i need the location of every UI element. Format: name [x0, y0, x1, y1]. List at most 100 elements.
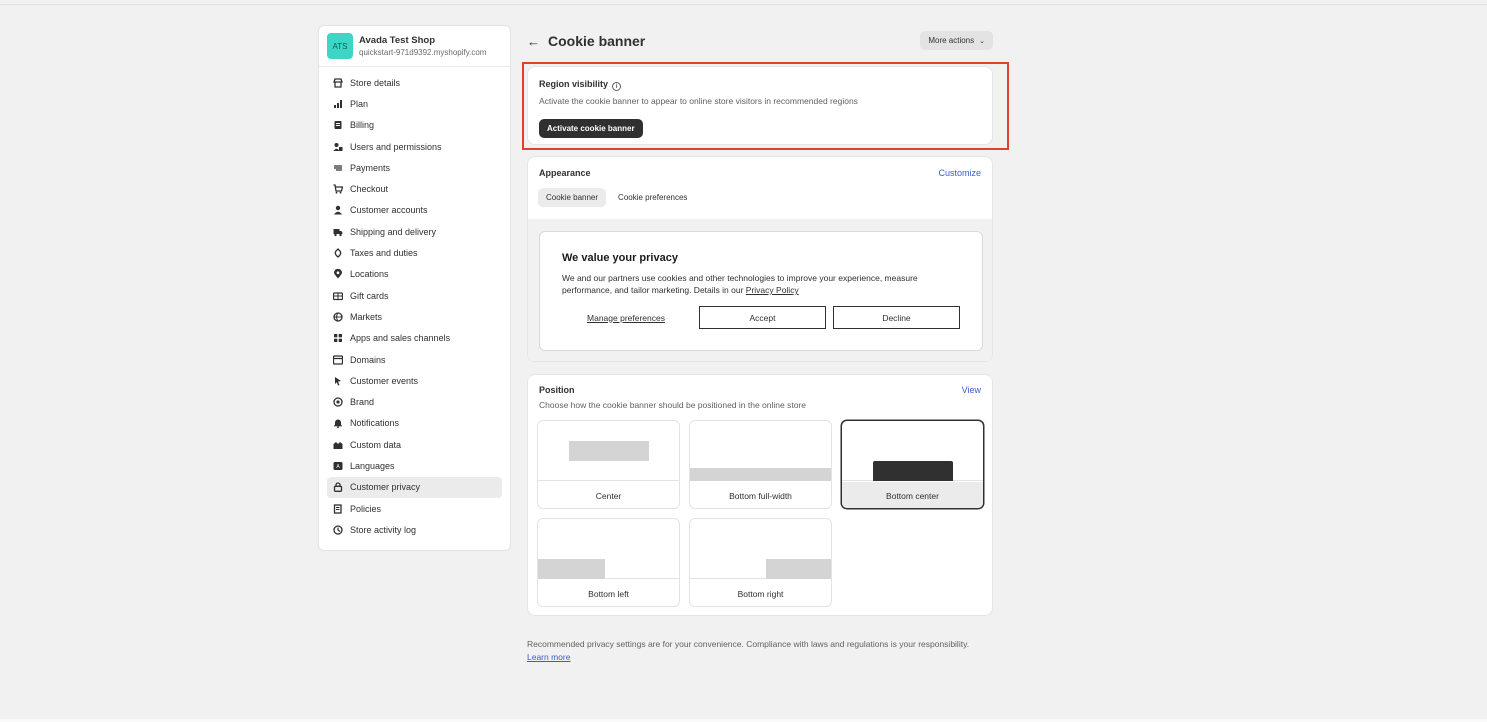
appearance-title: Appearance	[539, 168, 591, 178]
sidebar-item-store-details[interactable]: Store details	[327, 72, 502, 93]
cart-icon	[332, 184, 343, 195]
sidebar-item-gift-cards[interactable]: Gift cards	[327, 285, 502, 306]
center-preview	[538, 421, 679, 481]
sidebar-item-label: Checkout	[350, 184, 389, 195]
tab-cookie-banner[interactable]: Cookie banner	[538, 188, 607, 207]
more-actions-button[interactable]: More actions ⌄	[920, 31, 993, 50]
settings-sidebar: ATS Avada Test Shop quickstart-971d9392.…	[318, 25, 511, 551]
sidebar-item-label: Plan	[350, 98, 369, 109]
sidebar-item-notifications[interactable]: Notifications	[327, 413, 502, 434]
gift-card-icon	[332, 290, 343, 301]
page-title: Cookie banner	[548, 33, 646, 49]
users-icon	[332, 141, 343, 152]
manage-preferences-link[interactable]: Manage preferences	[560, 313, 692, 323]
sidebar-item-custom-data[interactable]: Custom data	[327, 434, 502, 455]
sidebar-item-label: Store activity log	[350, 524, 417, 535]
globe-icon	[332, 311, 343, 322]
position-option-bottom-full-width[interactable]: Bottom full-width	[689, 420, 832, 509]
sidebar-item-label: Custom data	[350, 439, 402, 450]
view-link[interactable]: View	[962, 385, 981, 395]
lock-icon	[332, 482, 343, 493]
tax-icon	[332, 248, 343, 259]
shop-switcher[interactable]: ATS Avada Test Shop quickstart-971d9392.…	[319, 26, 510, 67]
store-icon	[332, 77, 343, 88]
option-label: Center	[595, 490, 622, 501]
sidebar-item-customer-privacy[interactable]: Customer privacy	[327, 476, 502, 498]
customize-link[interactable]: Customize	[938, 168, 981, 178]
sidebar-item-markets[interactable]: Markets	[327, 306, 502, 327]
sidebar-item-label: Locations	[350, 269, 389, 280]
info-icon[interactable]: i	[612, 82, 622, 91]
privacy-policy-link[interactable]: Privacy Policy	[746, 285, 799, 295]
sidebar-item-label: Apps and sales channels	[350, 333, 451, 344]
payments-icon	[332, 162, 343, 173]
sidebar-item-label: Gift cards	[350, 290, 389, 301]
position-subtitle: Choose how the cookie banner should be p…	[539, 400, 806, 410]
sidebar-item-apps-and-sales-channels[interactable]: Apps and sales channels	[327, 328, 502, 349]
shop-domain: quickstart-971d9392.myshopify.com	[359, 48, 487, 57]
sidebar-item-domains[interactable]: Domains	[327, 349, 502, 370]
preview-area: We value your privacy We and our partner…	[528, 219, 992, 361]
region-visibility-title: Region visibility	[539, 79, 609, 89]
sidebar-item-label: Brand	[350, 397, 375, 408]
position-option-bottom-left[interactable]: Bottom left	[537, 518, 680, 607]
sidebar-item-billing[interactable]: Billing	[327, 115, 502, 136]
sidebar-item-languages[interactable]: A Languages	[327, 455, 502, 476]
region-visibility-card: Region visibility i Activate the cookie b…	[527, 66, 993, 145]
bottom-full-width-preview	[690, 421, 831, 481]
sidebar-item-checkout[interactable]: Checkout	[327, 178, 502, 199]
decline-button[interactable]: Decline	[833, 306, 960, 329]
top-divider	[0, 4, 1487, 5]
tab-cookie-preferences[interactable]: Cookie preferences	[610, 188, 695, 207]
activity-icon	[332, 524, 343, 535]
sidebar-item-users-and-permissions[interactable]: Users and permissions	[327, 136, 502, 157]
policy-icon	[332, 503, 343, 514]
position-option-bottom-right[interactable]: Bottom right	[689, 518, 832, 607]
option-label: Bottom left	[588, 588, 629, 599]
language-icon: A	[332, 460, 343, 471]
learn-more-link[interactable]: Learn more	[527, 652, 570, 662]
preview-body-text: We and our partners use cookies and othe…	[562, 273, 918, 295]
sidebar-item-taxes-and-duties[interactable]: Taxes and duties	[327, 242, 502, 263]
accept-button[interactable]: Accept	[699, 306, 826, 329]
region-visibility-subtitle: Activate the cookie banner to appear to …	[539, 96, 858, 106]
sidebar-item-shipping-and-delivery[interactable]: Shipping and delivery	[327, 221, 502, 242]
back-arrow-icon[interactable]: ←	[527, 34, 540, 49]
chevron-down-icon: ⌄	[979, 37, 985, 45]
sidebar-item-brand[interactable]: Brand	[327, 391, 502, 412]
sidebar-item-policies[interactable]: Policies	[327, 498, 502, 519]
sidebar-item-label: Customer accounts	[350, 205, 428, 216]
sidebar-item-customer-events[interactable]: Customer events	[327, 370, 502, 391]
sidebar-item-plan[interactable]: Plan	[327, 93, 502, 114]
shop-name: Avada Test Shop	[359, 35, 436, 46]
location-icon	[332, 269, 343, 280]
sidebar-item-store-activity-log[interactable]: Store activity log	[327, 519, 502, 540]
option-label: Bottom center	[842, 482, 983, 508]
sidebar-item-payments[interactable]: Payments	[327, 157, 502, 178]
person-icon	[332, 205, 343, 216]
sidebar-item-locations[interactable]: Locations	[327, 264, 502, 285]
sidebar-item-label: Notifications	[350, 418, 400, 429]
sidebar-item-label: Customer events	[350, 375, 419, 386]
bottom-right-preview	[690, 519, 831, 579]
apps-icon	[332, 333, 343, 344]
option-label: Bottom right	[737, 588, 784, 599]
sidebar-item-label: Customer privacy	[350, 482, 421, 493]
truck-icon	[332, 226, 343, 237]
appearance-card: Appearance Customize Cookie banner Cooki…	[527, 156, 993, 362]
sidebar-item-label: Domains	[350, 354, 386, 365]
sidebar-item-customer-accounts[interactable]: Customer accounts	[327, 200, 502, 221]
bottom-left-preview	[538, 519, 679, 579]
brand-icon	[332, 397, 343, 408]
settings-nav: Store details Plan Billing Users and permis…	[319, 67, 510, 541]
activate-cookie-banner-button[interactable]: Activate cookie banner	[539, 119, 643, 138]
position-title: Position	[539, 385, 575, 395]
sidebar-item-label: Taxes and duties	[350, 248, 418, 259]
bottom-center-preview	[842, 421, 983, 481]
position-option-center[interactable]: Center	[537, 420, 680, 509]
billing-icon	[332, 120, 343, 131]
cursor-icon	[332, 375, 343, 386]
preview-title: We value your privacy	[562, 252, 678, 264]
sidebar-item-label: Billing	[350, 120, 375, 131]
position-option-bottom-center[interactable]: Bottom center	[841, 420, 984, 509]
